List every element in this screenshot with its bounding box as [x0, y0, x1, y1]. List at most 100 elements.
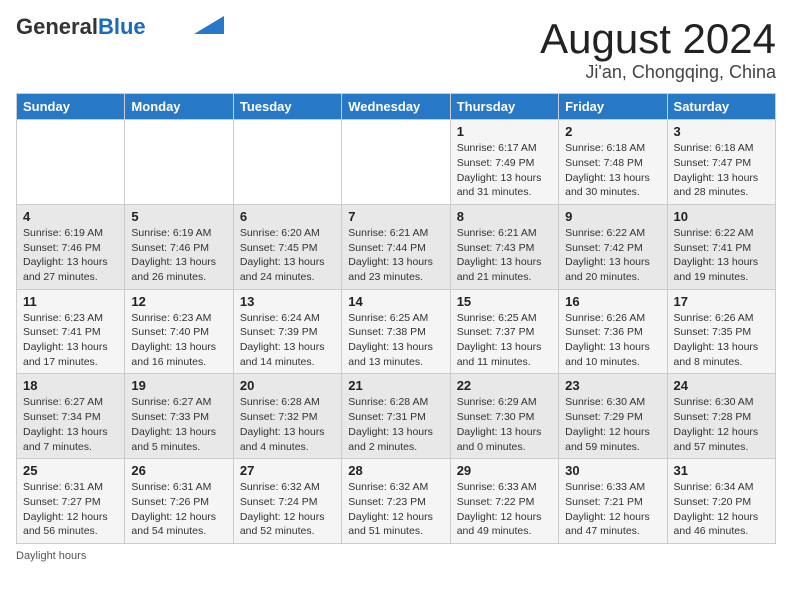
calendar-cell: 29 Sunrise: 6:33 AMSunset: 7:22 PMDayligh… — [450, 459, 558, 544]
calendar-header-tuesday: Tuesday — [233, 94, 341, 120]
day-number: 20 — [240, 378, 335, 393]
calendar-cell: 15 Sunrise: 6:25 AMSunset: 7:37 PMDayligh… — [450, 289, 558, 374]
day-number: 28 — [348, 463, 443, 478]
calendar-cell — [342, 120, 450, 205]
calendar-cell: 20 Sunrise: 6:28 AMSunset: 7:32 PMDayligh… — [233, 374, 341, 459]
day-number: 11 — [23, 294, 118, 309]
calendar-header-sunday: Sunday — [17, 94, 125, 120]
day-number: 14 — [348, 294, 443, 309]
calendar-cell: 8Sunrise: 6:21 AMSunset: 7:43 PMDaylight… — [450, 204, 558, 289]
calendar-header-saturday: Saturday — [667, 94, 775, 120]
calendar-week-2: 4 Sunrise: 6:19 AMSunset: 7:46 PMDaylight… — [17, 204, 776, 289]
calendar-cell: 10Sunrise: 6:22 AMSunset: 7:41 PMDayligh… — [667, 204, 775, 289]
calendar-cell: 4 Sunrise: 6:19 AMSunset: 7:46 PMDaylight… — [17, 204, 125, 289]
day-info: Sunrise: 6:21 AMSunset: 7:43 PMDaylight:… — [457, 226, 552, 285]
day-info: Sunrise: 6:26 AMSunset: 7:36 PMDaylight:… — [565, 311, 660, 370]
calendar-cell: 2Sunrise: 6:18 AMSunset: 7:48 PMDaylight… — [559, 120, 667, 205]
day-number: 29 — [457, 463, 552, 478]
page-header: GeneralBlue August 2024 Ji'an, Chongqing… — [16, 16, 776, 83]
calendar-cell: 30Sunrise: 6:33 AMSunset: 7:21 PMDayligh… — [559, 459, 667, 544]
calendar-cell: 14Sunrise: 6:25 AMSunset: 7:38 PMDayligh… — [342, 289, 450, 374]
day-info: Sunrise: 6:17 AMSunset: 7:49 PMDaylight:… — [457, 141, 552, 200]
calendar-cell: 9Sunrise: 6:22 AMSunset: 7:42 PMDaylight… — [559, 204, 667, 289]
month-title: August 2024 — [540, 16, 776, 62]
day-info: Sunrise: 6:24 AMSunset: 7:39 PMDaylight:… — [240, 311, 335, 370]
day-info: Sunrise: 6:22 AMSunset: 7:41 PMDaylight:… — [674, 226, 769, 285]
day-info: Sunrise: 6:33 AMSunset: 7:21 PMDaylight:… — [565, 480, 660, 539]
day-number: 21 — [348, 378, 443, 393]
day-number: 4 — [23, 209, 118, 224]
calendar-week-3: 11 Sunrise: 6:23 AMSunset: 7:41 PMDayligh… — [17, 289, 776, 374]
day-number: 19 — [131, 378, 226, 393]
day-number: 7 — [348, 209, 443, 224]
calendar-week-4: 18 Sunrise: 6:27 AMSunset: 7:34 PMDayligh… — [17, 374, 776, 459]
day-info: Sunrise: 6:22 AMSunset: 7:42 PMDaylight:… — [565, 226, 660, 285]
day-number: 12 — [131, 294, 226, 309]
day-info: Sunrise: 6:19 AMSunset: 7:46 PMDaylight:… — [131, 226, 226, 285]
day-info: Sunrise: 6:23 AMSunset: 7:40 PMDaylight:… — [131, 311, 226, 370]
calendar-cell: 7 Sunrise: 6:21 AMSunset: 7:44 PMDaylight… — [342, 204, 450, 289]
day-number: 23 — [565, 378, 660, 393]
day-info: Sunrise: 6:31 AMSunset: 7:26 PMDaylight:… — [131, 480, 226, 539]
title-block: August 2024 Ji'an, Chongqing, China — [540, 16, 776, 83]
day-number: 22 — [457, 378, 552, 393]
calendar-cell: 16 Sunrise: 6:26 AMSunset: 7:36 PMDayligh… — [559, 289, 667, 374]
day-info: Sunrise: 6:33 AMSunset: 7:22 PMDaylight:… — [457, 480, 552, 539]
day-number: 15 — [457, 294, 552, 309]
day-number: 5 — [131, 209, 226, 224]
daylight-label: Daylight hours — [16, 550, 86, 562]
day-info: Sunrise: 6:28 AMSunset: 7:32 PMDaylight:… — [240, 395, 335, 454]
location-title: Ji'an, Chongqing, China — [540, 62, 776, 83]
calendar-cell: 25 Sunrise: 6:31 AMSunset: 7:27 PMDayligh… — [17, 459, 125, 544]
logo-text: GeneralBlue — [16, 16, 146, 38]
logo: GeneralBlue — [16, 16, 224, 38]
day-number: 24 — [674, 378, 769, 393]
day-number: 16 — [565, 294, 660, 309]
day-info: Sunrise: 6:31 AMSunset: 7:27 PMDaylight:… — [23, 480, 118, 539]
day-info: Sunrise: 6:18 AMSunset: 7:47 PMDaylight:… — [674, 141, 769, 200]
day-number: 3 — [674, 124, 769, 139]
calendar-cell: 1Sunrise: 6:17 AMSunset: 7:49 PMDaylight… — [450, 120, 558, 205]
calendar-cell — [233, 120, 341, 205]
calendar-week-5: 25 Sunrise: 6:31 AMSunset: 7:27 PMDayligh… — [17, 459, 776, 544]
day-info: Sunrise: 6:23 AMSunset: 7:41 PMDaylight:… — [23, 311, 118, 370]
calendar-table: SundayMondayTuesdayWednesdayThursdayFrid… — [16, 93, 776, 544]
calendar-cell: 19 Sunrise: 6:27 AMSunset: 7:33 PMDayligh… — [125, 374, 233, 459]
calendar-cell: 18 Sunrise: 6:27 AMSunset: 7:34 PMDayligh… — [17, 374, 125, 459]
calendar-cell: 24 Sunrise: 6:30 AMSunset: 7:28 PMDayligh… — [667, 374, 775, 459]
calendar-cell: 17Sunrise: 6:26 AMSunset: 7:35 PMDayligh… — [667, 289, 775, 374]
day-info: Sunrise: 6:27 AMSunset: 7:33 PMDaylight:… — [131, 395, 226, 454]
day-info: Sunrise: 6:20 AMSunset: 7:45 PMDaylight:… — [240, 226, 335, 285]
calendar-cell: 6 Sunrise: 6:20 AMSunset: 7:45 PMDaylight… — [233, 204, 341, 289]
day-info: Sunrise: 6:34 AMSunset: 7:20 PMDaylight:… — [674, 480, 769, 539]
day-number: 27 — [240, 463, 335, 478]
calendar-cell: 26 Sunrise: 6:31 AMSunset: 7:26 PMDayligh… — [125, 459, 233, 544]
logo-icon — [194, 16, 224, 34]
calendar-cell — [17, 120, 125, 205]
day-number: 13 — [240, 294, 335, 309]
day-info: Sunrise: 6:32 AMSunset: 7:24 PMDaylight:… — [240, 480, 335, 539]
day-number: 26 — [131, 463, 226, 478]
day-number: 6 — [240, 209, 335, 224]
day-number: 18 — [23, 378, 118, 393]
calendar-header-monday: Monday — [125, 94, 233, 120]
calendar-header-friday: Friday — [559, 94, 667, 120]
calendar-cell: 13 Sunrise: 6:24 AMSunset: 7:39 PMDayligh… — [233, 289, 341, 374]
footer: Daylight hours — [16, 550, 776, 562]
day-info: Sunrise: 6:30 AMSunset: 7:28 PMDaylight:… — [674, 395, 769, 454]
calendar-header-row: SundayMondayTuesdayWednesdayThursdayFrid… — [17, 94, 776, 120]
day-info: Sunrise: 6:19 AMSunset: 7:46 PMDaylight:… — [23, 226, 118, 285]
calendar-cell: 3 Sunrise: 6:18 AMSunset: 7:47 PMDaylight… — [667, 120, 775, 205]
day-info: Sunrise: 6:27 AMSunset: 7:34 PMDaylight:… — [23, 395, 118, 454]
day-info: Sunrise: 6:25 AMSunset: 7:37 PMDaylight:… — [457, 311, 552, 370]
day-number: 25 — [23, 463, 118, 478]
day-number: 17 — [674, 294, 769, 309]
day-number: 2 — [565, 124, 660, 139]
day-info: Sunrise: 6:32 AMSunset: 7:23 PMDaylight:… — [348, 480, 443, 539]
calendar-cell: 12 Sunrise: 6:23 AMSunset: 7:40 PMDayligh… — [125, 289, 233, 374]
calendar-cell: 28 Sunrise: 6:32 AMSunset: 7:23 PMDayligh… — [342, 459, 450, 544]
day-info: Sunrise: 6:28 AMSunset: 7:31 PMDaylight:… — [348, 395, 443, 454]
calendar-week-1: 1Sunrise: 6:17 AMSunset: 7:49 PMDaylight… — [17, 120, 776, 205]
day-info: Sunrise: 6:21 AMSunset: 7:44 PMDaylight:… — [348, 226, 443, 285]
calendar-cell — [125, 120, 233, 205]
